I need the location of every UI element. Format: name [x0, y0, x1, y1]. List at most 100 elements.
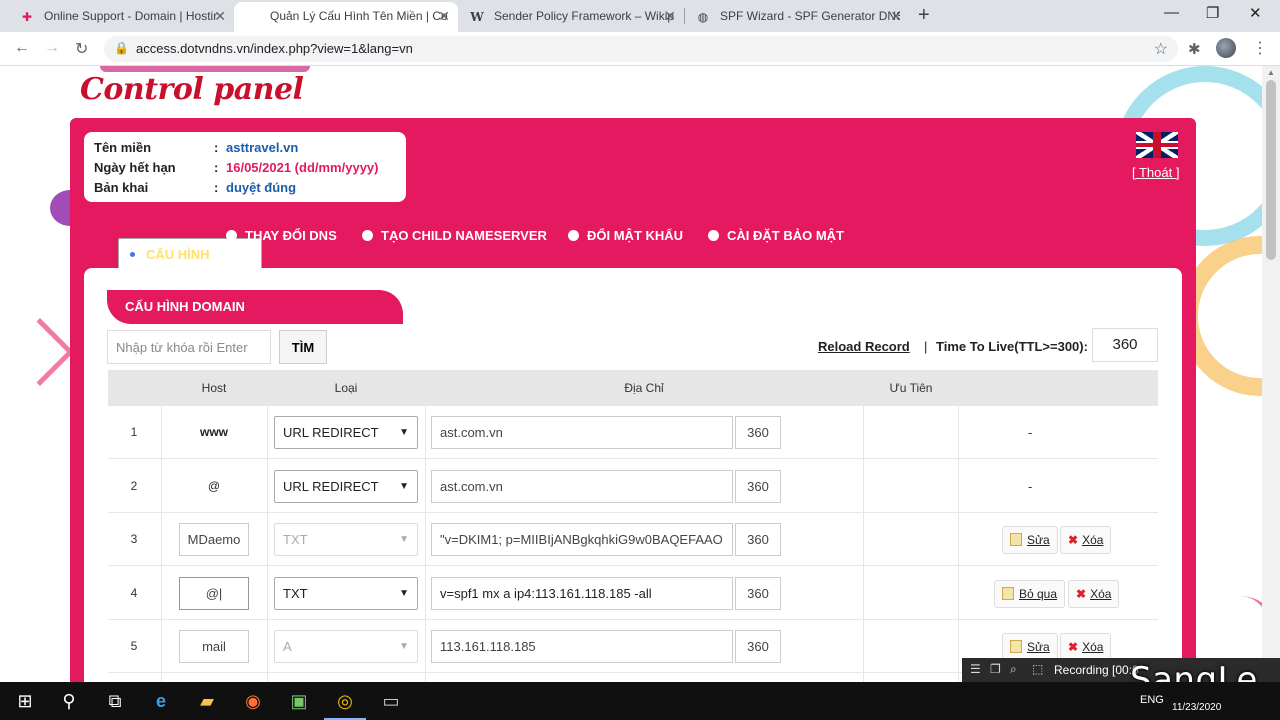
zoom-icon[interactable]: ⌕ [1010, 662, 1017, 677]
ttl-input[interactable]: 360 [1092, 328, 1158, 362]
address-bar[interactable]: 🔒 access.dotvndns.vn/index.php?view=1&la… [104, 36, 1178, 62]
table-row: 3 MDaemo TXT ▼ "v=DKIM1; p=MIIBIjANBgkqhk… [108, 513, 1158, 566]
edit-icon [1002, 587, 1014, 600]
nav-change-dns[interactable]: THAY ĐỔI DNS [226, 228, 337, 243]
type-select[interactable]: URL REDIRECT ▼ [274, 416, 418, 449]
type-select[interactable]: TXT ▼ [274, 523, 418, 556]
host-field[interactable]: @| [179, 577, 249, 610]
address-field[interactable]: v=spf1 mx a ip4:113.161.118.185 -all [431, 577, 733, 610]
deploy-value: duyệt đúng [226, 180, 297, 195]
close-tab-icon[interactable]: ✕ [438, 2, 450, 30]
extensions-icon[interactable]: ✱ [1188, 40, 1201, 58]
close-tab-icon[interactable]: ✕ [214, 2, 226, 30]
avatar[interactable] [1216, 38, 1236, 58]
edit-button[interactable]: Sửa [1002, 526, 1058, 554]
table-row: 4 @| TXT ▼ v=spf1 mx a ip4:113.161.118.18… [108, 567, 1158, 620]
menu-lines-icon[interactable]: ☰ [970, 662, 981, 676]
radio-icon [708, 230, 719, 241]
delete-x-icon: ✖ [1068, 640, 1079, 654]
close-window-icon[interactable]: ✕ [1249, 4, 1262, 22]
input-language[interactable]: ENG [1140, 694, 1164, 706]
ttl-field[interactable]: 360 [735, 416, 781, 449]
url-text[interactable]: access.dotvndns.vn/index.php?view=1&lang… [136, 41, 413, 56]
chevron-down-icon: ▼ [399, 534, 409, 545]
ttl-field[interactable]: 360 [735, 577, 781, 610]
domain-info: Tên miền: asttravel.vn Ngày hết hạn:16/05… [84, 132, 406, 202]
address-field[interactable]: "v=DKIM1; p=MIIBIjANBgkqhkiG9w0BAQEFAAO [431, 523, 733, 556]
ttl-field[interactable]: 360 [735, 470, 781, 503]
browser-tab-active[interactable]: Quản Lý Cấu Hình Tên Miền | Cor ✕ [234, 2, 458, 32]
back-icon[interactable]: ← [14, 39, 30, 57]
nav-change-password[interactable]: ĐỔI MẬT KHẨU [568, 228, 683, 243]
domain-value: asttravel.vn [226, 140, 299, 155]
delete-button[interactable]: ✖ Xóa [1060, 526, 1112, 554]
delete-x-icon: ✖ [1076, 587, 1087, 601]
firefox-icon[interactable]: ◉ [242, 690, 264, 712]
file-explorer-icon[interactable]: ▰ [196, 690, 218, 712]
globe-favicon-icon: ◍ [697, 10, 709, 24]
minimize-icon[interactable]: — [1164, 4, 1179, 21]
ttl-field[interactable]: 360 [735, 523, 781, 556]
address-field[interactable]: 113.161.118.185 [431, 630, 733, 663]
app-icon[interactable]: ▣ [288, 690, 310, 712]
scroll-up-icon[interactable]: ▲ [1267, 68, 1275, 77]
edit-button[interactable]: Sửa [1002, 633, 1058, 661]
radio-icon [362, 230, 373, 241]
bookmark-star-icon[interactable]: ☆ [1154, 39, 1168, 59]
search-input[interactable] [107, 330, 271, 364]
nav-security-settings[interactable]: CÀI ĐẶT BẢO MẬT [708, 228, 844, 243]
chrome-icon[interactable]: ◎ [324, 690, 366, 720]
browser-tab[interactable]: ✚ Online Support - Domain | Hostir ✕ [8, 2, 234, 32]
terminal-icon[interactable]: ▭ [380, 690, 402, 712]
browser-tab[interactable]: W Sender Policy Framework – Wikip ✕ [458, 2, 684, 32]
logo: Control panel [80, 72, 304, 107]
delete-button[interactable]: ✖ Xóa [1068, 580, 1120, 608]
reload-record-link[interactable]: Reload Record [818, 339, 910, 354]
reload-icon[interactable]: ↻ [75, 39, 88, 59]
close-tab-icon[interactable]: ✕ [890, 2, 902, 30]
nav-child-nameserver[interactable]: TẠO CHILD NAMESERVER [362, 228, 547, 243]
expiry-row: Ngày hết hạn:16/05/2021 (dd/mm/yyyy) [94, 160, 379, 175]
windows-start-icon[interactable]: ⊞ [14, 690, 36, 712]
chevron-down-icon: ▼ [399, 588, 409, 599]
wikipedia-favicon-icon: W [470, 10, 484, 24]
forward-icon[interactable]: → [44, 39, 60, 57]
host-field[interactable]: mail [179, 630, 249, 663]
type-select[interactable]: TXT ▼ [274, 577, 418, 610]
address-field[interactable]: ast.com.vn [431, 470, 733, 503]
expiry-value: 16/05/2021 (dd/mm/yyyy) [226, 160, 379, 175]
delete-button[interactable]: ✖ Xóa [1060, 633, 1112, 661]
host-field[interactable]: MDaemo [179, 523, 249, 556]
logout-link[interactable]: [ Thoát ] [1132, 165, 1179, 180]
table-header: Host Loại Địa Chỉ Ưu Tiên [108, 370, 1158, 406]
type-select[interactable]: A ▼ [274, 630, 418, 663]
address-field[interactable]: ast.com.vn [431, 416, 733, 449]
recording-status: Recording [00:0 [1054, 663, 1139, 677]
search-button[interactable]: TÌM [279, 330, 327, 364]
deploy-row: Bản khai: duyệt đúng [94, 180, 297, 195]
cancel-button[interactable]: Bỏ qua [994, 580, 1066, 608]
dotvn-favicon-icon [246, 10, 260, 24]
table-row: 2 @ URL REDIRECT ▼ ast.com.vn 360 - [108, 460, 1158, 513]
english-flag-icon[interactable] [1136, 132, 1178, 158]
window-icon[interactable]: ❐ [990, 662, 1001, 676]
radio-selected-icon [127, 249, 138, 260]
browser-tab[interactable]: ◍ SPF Wizard - SPF Generator DNS ✕ [684, 2, 910, 32]
chevron-down-icon: ▼ [399, 427, 409, 438]
support-favicon-icon: ✚ [21, 10, 33, 24]
system-clock-date[interactable]: 11/23/2020 [1172, 702, 1221, 713]
close-tab-icon[interactable]: ✕ [664, 2, 676, 30]
page-viewport: Control panel Tên miền: asttravel.vn Ngày… [0, 66, 1262, 682]
page-scrollbar[interactable]: ▲ [1262, 66, 1280, 682]
type-select[interactable]: URL REDIRECT ▼ [274, 470, 418, 503]
scrollbar-thumb[interactable] [1266, 80, 1276, 260]
edge-icon[interactable]: e [150, 690, 172, 712]
menu-icon[interactable]: ⋮ [1252, 38, 1268, 58]
region-icon[interactable]: ⬚ [1032, 662, 1043, 676]
search-icon[interactable]: ⚲ [58, 690, 80, 712]
chevron-down-icon: ▼ [399, 641, 409, 652]
ttl-field[interactable]: 360 [735, 630, 781, 663]
task-view-icon[interactable]: ⧉ [104, 690, 126, 712]
restore-icon[interactable]: ❐ [1206, 4, 1219, 22]
new-tab-icon[interactable]: + [918, 4, 930, 27]
